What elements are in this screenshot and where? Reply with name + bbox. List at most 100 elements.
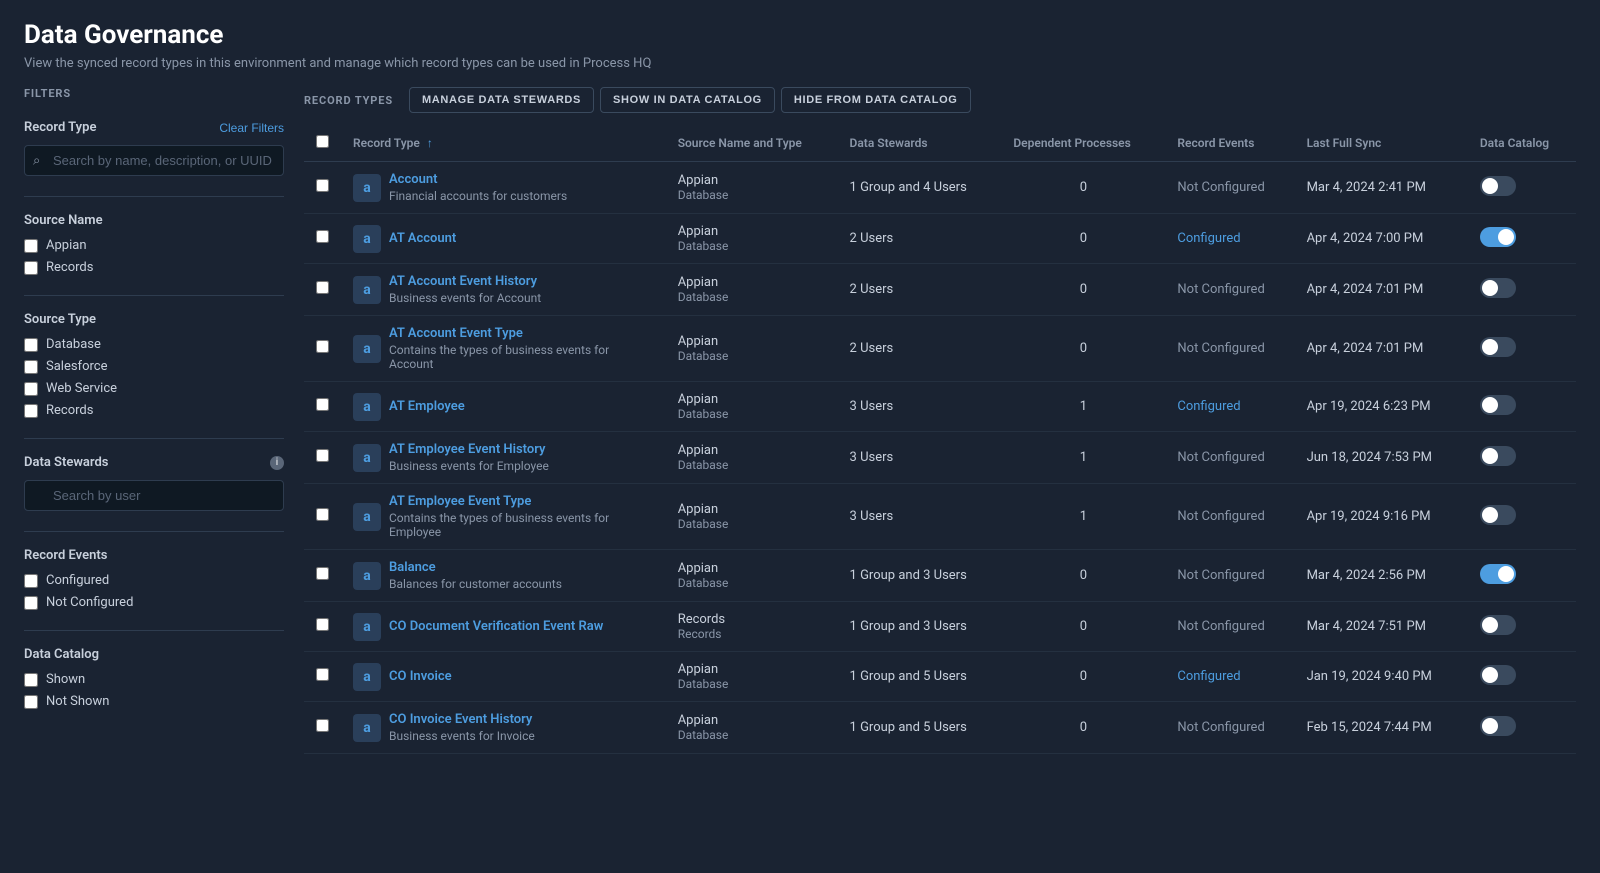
record-events-not-configured[interactable]: Not Configured [24,595,284,610]
source-type-value: Database [678,349,826,363]
source-name-records-checkbox[interactable] [24,261,38,275]
row-checkbox[interactable] [316,179,329,192]
data-catalog-toggle[interactable] [1480,446,1516,466]
record-type-name[interactable]: AT Employee Event History [389,442,549,457]
show-in-data-catalog-button[interactable]: SHOW IN DATA CATALOG [600,87,775,113]
data-catalog-cell[interactable] [1468,214,1576,264]
select-all-header[interactable] [304,125,341,162]
data-catalog-cell[interactable] [1468,264,1576,316]
data-catalog-toggle[interactable] [1480,564,1516,584]
source-type-records-checkbox[interactable] [24,404,38,418]
data-catalog-toggle[interactable] [1480,615,1516,635]
row-checkbox-cell[interactable] [304,382,341,432]
data-catalog-cell[interactable] [1468,702,1576,754]
table-row: a AT Employee Event Type Contains the ty… [304,484,1576,550]
data-catalog-cell[interactable] [1468,316,1576,382]
row-checkbox[interactable] [316,398,329,411]
data-catalog-cell[interactable] [1468,484,1576,550]
data-catalog-shown-checkbox[interactable] [24,673,38,687]
record-events-cell: Not Configured [1165,264,1294,316]
record-type-name[interactable]: AT Account [389,231,456,246]
source-name-appian-checkbox[interactable] [24,239,38,253]
table-row: a CO Invoice Event History Business even… [304,702,1576,754]
source-type-database[interactable]: Database [24,337,284,352]
record-events-not-configured-checkbox[interactable] [24,596,38,610]
row-checkbox[interactable] [316,230,329,243]
record-type-name[interactable]: Account [389,172,567,187]
manage-data-stewards-button[interactable]: MANAGE DATA STEWARDS [409,87,594,113]
data-catalog-toggle[interactable] [1480,505,1516,525]
source-type-salesforce[interactable]: Salesforce [24,359,284,374]
source-type-filter: Source Type Database Salesforce Web Serv… [24,312,284,418]
row-checkbox[interactable] [316,719,329,732]
row-checkbox-cell[interactable] [304,550,341,602]
row-checkbox-cell[interactable] [304,652,341,702]
record-type-name[interactable]: CO Invoice Event History [389,712,535,727]
row-checkbox[interactable] [316,281,329,294]
data-catalog-cell[interactable] [1468,432,1576,484]
row-checkbox[interactable] [316,567,329,580]
data-catalog-toggle[interactable] [1480,395,1516,415]
data-stewards-cell: 2 Users [838,214,1002,264]
record-type-name[interactable]: AT Account Event Type [389,326,654,341]
record-events-value: Not Configured [1177,509,1264,524]
row-checkbox[interactable] [316,340,329,353]
data-catalog-cell[interactable] [1468,652,1576,702]
data-catalog-toggle[interactable] [1480,227,1516,247]
row-checkbox-cell[interactable] [304,264,341,316]
data-stewards-search-input[interactable] [24,480,284,511]
record-type-desc: Financial accounts for customers [389,189,567,203]
data-catalog-shown[interactable]: Shown [24,672,284,687]
record-type-name[interactable]: AT Account Event History [389,274,541,289]
clear-filters-button[interactable]: Clear Filters [219,121,284,135]
appian-icon: a [353,503,381,531]
source-name-appian[interactable]: Appian [24,238,284,253]
source-name-records[interactable]: Records [24,260,284,275]
data-catalog-toggle[interactable] [1480,665,1516,685]
source-type-salesforce-checkbox[interactable] [24,360,38,374]
row-checkbox-cell[interactable] [304,602,341,652]
row-checkbox[interactable] [316,508,329,521]
select-all-checkbox[interactable] [316,135,329,148]
row-checkbox-cell[interactable] [304,702,341,754]
record-type-name[interactable]: AT Employee Event Type [389,494,654,509]
row-checkbox[interactable] [316,668,329,681]
table-row: a CO Invoice Appian Database 1 Group and… [304,652,1576,702]
data-catalog-toggle[interactable] [1480,716,1516,736]
source-type-records[interactable]: Records [24,403,284,418]
data-catalog-cell[interactable] [1468,382,1576,432]
col-record-type[interactable]: Record Type ↑ [341,125,666,162]
source-name-type-cell: Appian Database [666,550,838,602]
row-checkbox[interactable] [316,618,329,631]
record-type-search-input[interactable] [24,145,284,176]
row-checkbox-cell[interactable] [304,162,341,214]
hide-from-data-catalog-button[interactable]: HIDE FROM DATA CATALOG [781,87,971,113]
record-type-name[interactable]: CO Invoice [389,669,452,684]
row-checkbox-cell[interactable] [304,484,341,550]
data-catalog-cell[interactable] [1468,602,1576,652]
data-catalog-toggle[interactable] [1480,278,1516,298]
col-data-stewards: Data Stewards [838,125,1002,162]
data-catalog-toggle[interactable] [1480,337,1516,357]
record-type-name[interactable]: AT Employee [389,399,465,414]
toggle-knob [1482,448,1498,464]
row-checkbox[interactable] [316,449,329,462]
source-type-webservice[interactable]: Web Service [24,381,284,396]
source-type-database-checkbox[interactable] [24,338,38,352]
record-events-configured[interactable]: Configured [24,573,284,588]
row-checkbox-cell[interactable] [304,432,341,484]
data-catalog-not-shown[interactable]: Not Shown [24,694,284,709]
source-type-webservice-checkbox[interactable] [24,382,38,396]
last-full-sync-cell: Jun 18, 2024 7:53 PM [1295,432,1468,484]
data-catalog-cell[interactable] [1468,550,1576,602]
row-checkbox-cell[interactable] [304,316,341,382]
last-full-sync-cell: Apr 4, 2024 7:00 PM [1295,214,1468,264]
record-events-configured-checkbox[interactable] [24,574,38,588]
last-full-sync-cell: Mar 4, 2024 2:56 PM [1295,550,1468,602]
data-catalog-cell[interactable] [1468,162,1576,214]
record-type-name[interactable]: Balance [389,560,562,575]
data-catalog-not-shown-checkbox[interactable] [24,695,38,709]
row-checkbox-cell[interactable] [304,214,341,264]
record-type-name[interactable]: CO Document Verification Event Raw [389,619,603,634]
data-catalog-toggle[interactable] [1480,176,1516,196]
